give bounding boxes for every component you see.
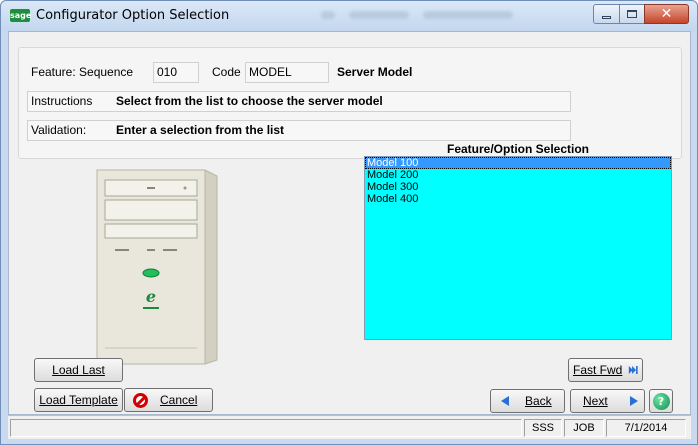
status-bar: SSS JOB 7/1/2014: [8, 415, 691, 439]
dialog-body: Feature: Sequence 010 Code MODEL Server …: [8, 31, 691, 415]
validation-row: Validation: Enter a selection from the l…: [27, 120, 571, 141]
cancel-label: Cancel: [160, 393, 198, 407]
cancel-button[interactable]: Cancel: [124, 388, 213, 412]
load-template-label: Load Template: [39, 393, 118, 407]
fast-forward-button[interactable]: Fast Fwd: [568, 358, 643, 382]
instructions-label: Instructions: [31, 94, 93, 108]
fast-forward-icon: [629, 365, 638, 375]
code-field: MODEL: [245, 62, 329, 83]
close-button[interactable]: ✕: [644, 4, 689, 24]
status-company: SSS: [524, 419, 562, 437]
minimize-icon: [602, 16, 611, 19]
instructions-value: Select from the list to choose the serve…: [116, 94, 383, 108]
instructions-row: Instructions Select from the list to cho…: [27, 91, 571, 112]
server-tower-image: e: [96, 169, 218, 365]
option-selection-title: Feature/Option Selection: [446, 142, 590, 156]
status-module: JOB: [564, 419, 604, 437]
option-listbox[interactable]: Model 100 Model 200 Model 300 Model 400: [364, 156, 672, 340]
title-bar-blur: [321, 11, 521, 23]
configurator-window: sage Configurator Option Selection ✕ Fea…: [0, 0, 698, 445]
list-item[interactable]: Model 100: [365, 157, 671, 169]
status-date: 7/1/2014: [606, 419, 686, 437]
minimize-button[interactable]: [593, 4, 620, 24]
fast-fwd-label: Fast Fwd: [573, 363, 623, 377]
help-button[interactable]: ?: [649, 389, 673, 413]
window-title: Configurator Option Selection: [36, 8, 230, 23]
maximize-button[interactable]: [619, 4, 645, 24]
next-label: Next: [583, 394, 608, 408]
help-icon: ?: [652, 392, 670, 410]
sequence-field: 010: [153, 62, 199, 83]
code-label: Code: [212, 65, 241, 79]
list-item[interactable]: Model 200: [365, 169, 671, 181]
title-bar[interactable]: sage Configurator Option Selection ✕: [1, 1, 697, 31]
back-label: Back: [525, 394, 552, 408]
maximize-icon: [627, 10, 637, 18]
next-arrow-icon: [629, 396, 638, 406]
load-last-button[interactable]: Load Last: [34, 358, 123, 382]
feature-sequence-label: Feature: Sequence: [31, 65, 134, 79]
load-template-button[interactable]: Load Template: [34, 388, 123, 412]
next-button[interactable]: Next: [570, 389, 645, 413]
validation-label: Validation:: [31, 123, 87, 137]
back-button[interactable]: Back: [490, 389, 565, 413]
cancel-icon: [133, 392, 148, 408]
feature-name: Server Model: [337, 65, 413, 79]
svg-text:e: e: [146, 287, 156, 306]
sage-logo-icon: sage: [10, 9, 32, 22]
status-message-cell: [10, 419, 522, 437]
validation-value: Enter a selection from the list: [116, 123, 285, 137]
back-arrow-icon: [501, 396, 509, 406]
list-item[interactable]: Model 300: [365, 181, 671, 193]
load-last-label: Load Last: [52, 363, 105, 377]
close-icon: ✕: [660, 6, 673, 22]
list-item[interactable]: Model 400: [365, 193, 671, 205]
